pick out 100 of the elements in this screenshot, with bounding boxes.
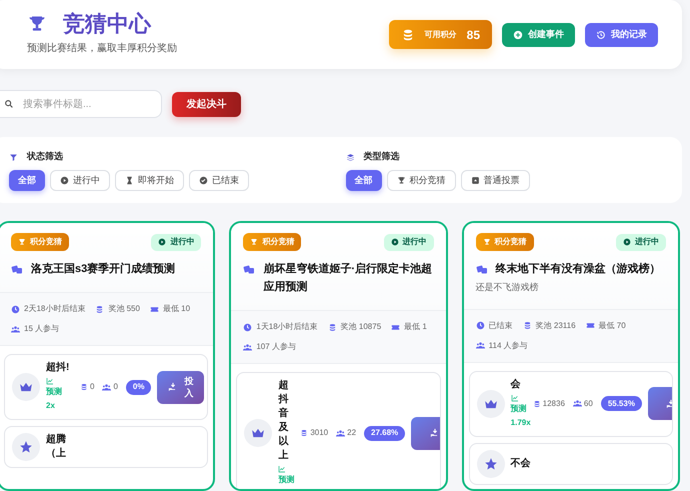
type-badge: 积分竞猜 bbox=[11, 233, 69, 251]
trophy-icon bbox=[18, 238, 26, 246]
trophy-icon bbox=[250, 238, 258, 246]
filter-title: 类型筛选 bbox=[364, 150, 400, 164]
prediction-label: 预测 bbox=[278, 474, 294, 486]
chart-icon bbox=[510, 394, 519, 402]
option-name: 不会 bbox=[510, 456, 532, 470]
coins-icon bbox=[328, 322, 337, 332]
dice-icon bbox=[11, 263, 23, 275]
ticket-icon bbox=[391, 322, 400, 332]
coins-icon bbox=[522, 321, 532, 330]
play-icon bbox=[158, 238, 166, 246]
filter-chip[interactable]: 全部 bbox=[346, 170, 382, 191]
layers-icon bbox=[346, 152, 354, 162]
clock-icon bbox=[243, 322, 252, 332]
filter-chip[interactable]: 进行中 bbox=[50, 170, 110, 191]
prize-pool: 奖池 23116 bbox=[536, 320, 576, 332]
option-card[interactable]: 超抖音及以上 预测 3010 22 27.68% bbox=[236, 372, 441, 489]
coins-icon bbox=[300, 429, 308, 437]
status-badge: 进行中 bbox=[616, 234, 666, 250]
option-card[interactable]: 不会 bbox=[468, 442, 673, 484]
plus-circle-icon bbox=[513, 30, 523, 40]
trophy-icon bbox=[482, 238, 491, 246]
event-card[interactable]: 积分竞猜 进行中 崩坏星穹铁道姬子·启行限定卡池超应用预测 1天18小时后结束 奖池 10875 最低 1 107 人参与 超抖音及以上 预测 3010 22 27.68% bbox=[229, 221, 448, 491]
odds-multiplier: 1.79x bbox=[510, 416, 531, 428]
prize-pool: 奖池 550 bbox=[108, 303, 140, 315]
option-pool: 0 bbox=[90, 381, 94, 393]
min-bet: 最低 10 bbox=[162, 303, 190, 315]
event-card[interactable]: 积分竞猜 进行中 终末地下半有没有澡盆（游戏榜） 还是不飞游戏榜 已结束 奖池 23116 最低 70 114 人参与 会 预测 1.79x 12836 60 55.53% 不会 bbox=[462, 221, 680, 491]
end-time: 已结束 bbox=[488, 320, 513, 332]
filter-title: 状态筛选 bbox=[27, 150, 63, 164]
play-icon bbox=[390, 238, 399, 246]
coins-icon bbox=[532, 400, 541, 408]
play-icon bbox=[60, 176, 69, 185]
duel-button[interactable]: 发起决斗 bbox=[172, 92, 241, 117]
filter-chip[interactable]: 即将开始 bbox=[115, 170, 184, 191]
users-icon bbox=[476, 341, 485, 350]
option-voters: 22 bbox=[347, 427, 356, 439]
hand-icon bbox=[168, 382, 178, 392]
ticket-icon bbox=[586, 321, 595, 330]
users-icon bbox=[243, 342, 252, 352]
option-voters: 0 bbox=[113, 381, 118, 393]
users-icon bbox=[336, 428, 346, 438]
option-name: 会 bbox=[510, 378, 522, 392]
participant-count: 114 人参与 bbox=[488, 340, 528, 352]
page-title: 竞猜中心 bbox=[63, 13, 151, 36]
search-icon bbox=[4, 99, 14, 110]
filter-icon bbox=[9, 152, 18, 162]
option-pool: 3010 bbox=[310, 427, 328, 439]
trophy-icon bbox=[396, 176, 406, 185]
hand-icon bbox=[430, 428, 440, 438]
hourglass-icon bbox=[125, 176, 134, 185]
star-icon bbox=[19, 440, 33, 454]
option-name: 超腾（上 bbox=[46, 433, 67, 461]
filter-chip[interactable]: 积分竞猜 bbox=[386, 170, 456, 191]
coins-icon bbox=[80, 383, 88, 391]
end-time: 2天18小时后结束 bbox=[24, 303, 86, 315]
dice-icon bbox=[476, 263, 488, 275]
event-title: 洛克王国s3赛季开门成绩预测 bbox=[31, 262, 176, 277]
event-card[interactable]: 积分竞猜 进行中 洛克王国s3赛季开门成绩预测 2天18小时后结束 奖池 550 最低 10 15 人参与 超抖! 预测 2x 0 0 0% 投入 超腾（上 bbox=[0, 221, 216, 491]
option-card[interactable]: 超腾（上 bbox=[4, 426, 208, 468]
points-label: 可用积分 bbox=[424, 28, 457, 41]
filter-chip[interactable]: 全部 bbox=[9, 170, 45, 191]
dice-icon bbox=[243, 263, 256, 275]
history-icon bbox=[596, 30, 606, 40]
min-bet: 最低 70 bbox=[598, 320, 626, 332]
records-button[interactable]: 我的记录 bbox=[585, 22, 658, 47]
users-icon bbox=[572, 399, 582, 408]
event-title: 崩坏星穹铁道姬子·启行限定卡池超应用预测 bbox=[263, 262, 433, 295]
percent-badge: 27.68% bbox=[364, 426, 406, 440]
users-icon bbox=[11, 324, 20, 334]
option-voters: 60 bbox=[584, 398, 593, 410]
option-card[interactable]: 会 预测 1.79x 12836 60 55.53% bbox=[468, 370, 673, 436]
prediction-label: 预测 bbox=[510, 402, 527, 414]
participant-count: 15 人参与 bbox=[24, 323, 60, 335]
bet-button[interactable]: 投入 bbox=[157, 370, 204, 404]
filter-chip[interactable]: 普通投票 bbox=[460, 170, 530, 191]
chart-icon bbox=[278, 465, 286, 473]
option-pool: 12836 bbox=[542, 398, 565, 410]
search-field[interactable]: 搜索事件标题... bbox=[0, 90, 162, 118]
percent-badge: 0% bbox=[126, 380, 152, 394]
check-circle-icon bbox=[199, 176, 208, 185]
page-subtitle: 预测比赛结果，赢取丰厚积分奖励 bbox=[27, 42, 177, 56]
chart-icon bbox=[46, 377, 54, 385]
end-time: 1天18小时后结束 bbox=[256, 321, 318, 333]
ticket-icon bbox=[150, 304, 159, 314]
prize-pool: 奖池 10875 bbox=[340, 321, 382, 333]
star-icon bbox=[484, 456, 498, 470]
option-card[interactable]: 超抖! 预测 2x 0 0 0% 投入 bbox=[4, 354, 208, 420]
play-icon bbox=[622, 238, 631, 246]
clock-icon bbox=[476, 321, 485, 330]
type-badge: 积分竞猜 bbox=[476, 233, 534, 251]
status-badge: 进行中 bbox=[151, 234, 202, 250]
filter-chip[interactable]: 已结束 bbox=[189, 170, 249, 191]
option-name: 超抖音及以上 bbox=[278, 379, 290, 463]
min-bet: 最低 1 bbox=[404, 321, 427, 333]
participant-count: 107 人参与 bbox=[256, 341, 296, 353]
prediction-label: 预测 bbox=[46, 386, 62, 398]
event-title: 终末地下半有没有澡盆（游戏榜） bbox=[496, 262, 661, 277]
type-badge: 积分竞猜 bbox=[243, 233, 302, 251]
